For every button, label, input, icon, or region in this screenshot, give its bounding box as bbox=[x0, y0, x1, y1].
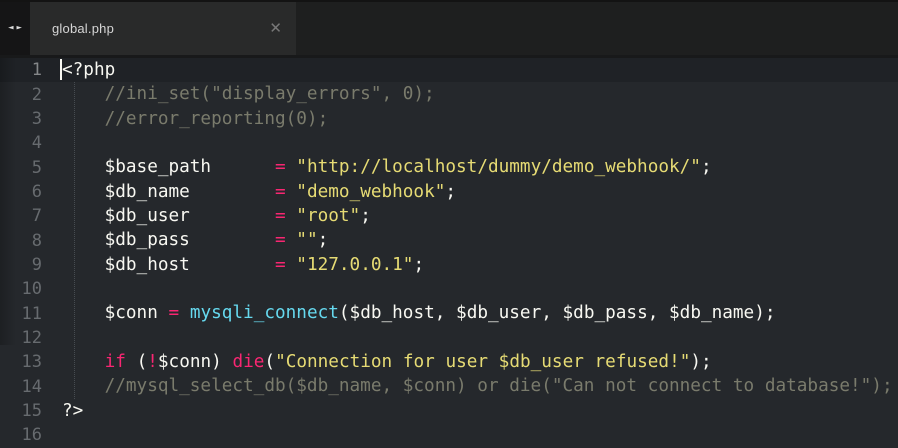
code-line-text: $conn = mysqli_connect($db_host, $db_use… bbox=[62, 301, 898, 325]
line-number: 2 bbox=[0, 85, 62, 105]
code-line[interactable]: 16 bbox=[0, 423, 898, 447]
text-caret bbox=[60, 59, 62, 80]
line-number: 16 bbox=[0, 425, 62, 445]
line-number: 4 bbox=[0, 133, 62, 153]
code-line[interactable]: 15?> bbox=[0, 399, 898, 423]
code-line[interactable]: 10 bbox=[0, 277, 898, 301]
code-line[interactable]: 12 bbox=[0, 326, 898, 350]
code-line-text: $db_pass = ""; bbox=[62, 228, 898, 252]
line-number: 14 bbox=[0, 377, 62, 397]
line-number: 3 bbox=[0, 109, 62, 129]
code-line-text: //ini_set("display_errors", 0); bbox=[62, 82, 898, 106]
line-number: 7 bbox=[0, 206, 62, 226]
code-line-text: ?> bbox=[62, 399, 898, 423]
code-line[interactable]: 4 bbox=[0, 131, 898, 155]
code-line-text: if (!$conn) die("Connection for user $db… bbox=[62, 350, 898, 374]
code-line[interactable]: 1<?php bbox=[0, 58, 898, 82]
nav-back-icon[interactable]: ◄ bbox=[8, 24, 13, 33]
nav-forward-icon[interactable]: ► bbox=[17, 24, 22, 33]
line-number: 5 bbox=[0, 158, 62, 178]
code-line-text: <?php bbox=[62, 58, 898, 82]
tab-nav-arrows: ◄ ► bbox=[0, 2, 30, 55]
code-line-text: $db_user = "root"; bbox=[62, 204, 898, 228]
code-line-text: $base_path = "http://localhost/dummy/dem… bbox=[62, 155, 898, 179]
code-lines: 1<?php2 //ini_set("display_errors", 0);3… bbox=[0, 58, 898, 448]
code-line[interactable]: 14 //mysql_select_db($db_name, $conn) or… bbox=[0, 374, 898, 398]
code-line[interactable]: 9 $db_host = "127.0.0.1"; bbox=[0, 253, 898, 277]
code-editor[interactable]: 1<?php2 //ini_set("display_errors", 0);3… bbox=[0, 58, 898, 448]
code-line[interactable]: 8 $db_pass = ""; bbox=[0, 228, 898, 252]
line-number: 11 bbox=[0, 304, 62, 324]
code-line-text: //error_reporting(0); bbox=[62, 107, 898, 131]
tab-bar: ◄ ► global.php ✕ bbox=[0, 0, 898, 58]
code-line[interactable]: 2 //ini_set("display_errors", 0); bbox=[0, 82, 898, 106]
line-number: 12 bbox=[0, 328, 62, 348]
line-number: 15 bbox=[0, 401, 62, 421]
line-number: 9 bbox=[0, 255, 62, 275]
line-number: 1 bbox=[0, 60, 62, 80]
code-line-text: $db_name = "demo_webhook"; bbox=[62, 180, 898, 204]
code-line[interactable]: 11 $conn = mysqli_connect($db_host, $db_… bbox=[0, 301, 898, 325]
line-number: 10 bbox=[0, 279, 62, 299]
code-line[interactable]: 13 if (!$conn) die("Connection for user … bbox=[0, 350, 898, 374]
tab-label: global.php bbox=[52, 21, 269, 36]
tab-global-php[interactable]: global.php ✕ bbox=[30, 2, 296, 55]
code-line-text: $db_host = "127.0.0.1"; bbox=[62, 253, 898, 277]
code-line[interactable]: 3 //error_reporting(0); bbox=[0, 107, 898, 131]
line-number: 13 bbox=[0, 352, 62, 372]
tab-close-icon[interactable]: ✕ bbox=[269, 21, 282, 36]
line-number: 8 bbox=[0, 231, 62, 251]
code-line-text: //mysql_select_db($db_name, $conn) or di… bbox=[62, 374, 898, 398]
line-number: 6 bbox=[0, 182, 62, 202]
code-line[interactable]: 7 $db_user = "root"; bbox=[0, 204, 898, 228]
editor-window: ◄ ► global.php ✕ 1<?php2 //ini_set("disp… bbox=[0, 0, 898, 448]
code-line[interactable]: 6 $db_name = "demo_webhook"; bbox=[0, 180, 898, 204]
code-line[interactable]: 5 $base_path = "http://localhost/dummy/d… bbox=[0, 155, 898, 179]
